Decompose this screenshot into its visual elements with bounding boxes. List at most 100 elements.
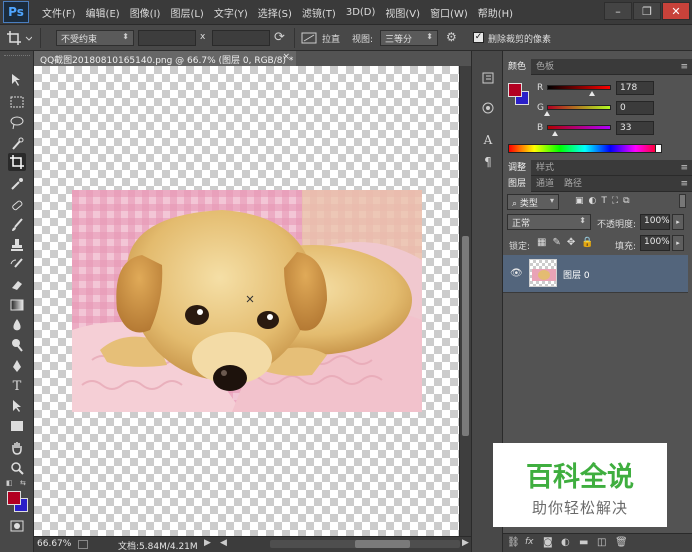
- menu-window[interactable]: 窗口(W): [425, 5, 473, 20]
- horizontal-scroll-thumb[interactable]: [355, 540, 410, 548]
- scroll-left-arrow-icon[interactable]: ◀: [220, 538, 227, 548]
- red-value[interactable]: 178: [616, 81, 654, 95]
- panel-menu-icon[interactable]: ≡: [680, 59, 688, 75]
- new-layer-icon[interactable]: ◫: [597, 537, 606, 548]
- status-doc-icon[interactable]: [78, 540, 88, 549]
- filter-toggle-icon[interactable]: [679, 194, 686, 208]
- spectrum-white-swatch[interactable]: [655, 144, 662, 153]
- layer-filter-icons[interactable]: ▣◐T⛶⧉: [575, 196, 635, 206]
- lasso-tool-icon[interactable]: [8, 114, 26, 132]
- hand-tool-icon[interactable]: [8, 439, 26, 457]
- type-tool-icon[interactable]: T: [8, 377, 26, 395]
- menu-edit[interactable]: 编辑(E): [81, 5, 125, 20]
- menu-filter[interactable]: 滤镜(T): [297, 5, 341, 20]
- fx-icon[interactable]: fx: [525, 537, 534, 547]
- new-group-icon[interactable]: ▬: [579, 537, 588, 548]
- menu-select[interactable]: 选择(S): [253, 5, 297, 20]
- opacity-dropdown-icon[interactable]: ▸: [672, 214, 684, 230]
- toolbox-grip[interactable]: [4, 55, 30, 59]
- layer-name[interactable]: 图层 0: [563, 268, 590, 281]
- straighten-icon[interactable]: [301, 31, 317, 45]
- eyedropper-tool-icon[interactable]: [8, 175, 26, 193]
- properties-panel-icon[interactable]: [479, 99, 497, 117]
- color-spectrum-bar[interactable]: [508, 144, 662, 153]
- ratio-select[interactable]: 不受约束 ⬍: [56, 30, 134, 46]
- move-tool-icon[interactable]: [8, 71, 26, 89]
- menu-help[interactable]: 帮助(H): [473, 5, 518, 20]
- add-mask-icon[interactable]: ◙: [543, 537, 553, 548]
- brush-tool-icon[interactable]: [8, 216, 26, 234]
- tab-paths[interactable]: 路径: [559, 176, 587, 192]
- status-menu-arrow-icon[interactable]: ▶: [204, 538, 211, 548]
- swap-icon[interactable]: ⟳: [274, 30, 290, 46]
- vertical-scrollbar[interactable]: [459, 66, 471, 536]
- tab-layers[interactable]: 图层: [503, 175, 532, 192]
- pen-tool-icon[interactable]: [8, 357, 26, 375]
- fill-input[interactable]: 100%: [640, 235, 670, 251]
- color-panel-foreground-swatch[interactable]: [508, 83, 522, 97]
- blur-tool-icon[interactable]: [8, 316, 26, 334]
- crop-tool-icon[interactable]: [8, 153, 26, 171]
- character-panel-icon[interactable]: A: [479, 131, 497, 149]
- restore-button[interactable]: ❐: [633, 2, 661, 20]
- close-button[interactable]: ✕: [662, 2, 690, 20]
- menu-image[interactable]: 图像(I): [125, 5, 166, 20]
- foreground-color-swatch[interactable]: [7, 491, 21, 505]
- delete-cropped-checkbox[interactable]: ✓: [473, 32, 484, 43]
- green-slider-track[interactable]: [547, 105, 611, 110]
- horizontal-scrollbar[interactable]: [270, 540, 460, 548]
- tab-color[interactable]: 颜色: [503, 58, 532, 75]
- red-slider-handle[interactable]: [588, 91, 595, 96]
- healing-brush-tool-icon[interactable]: [8, 196, 26, 214]
- blue-slider-handle[interactable]: [552, 131, 559, 136]
- crop-tool-preset-picker[interactable]: [6, 29, 33, 47]
- zoom-level[interactable]: 66.67%: [37, 539, 71, 549]
- straighten-label[interactable]: 拉直: [322, 32, 340, 45]
- gradient-tool-icon[interactable]: [8, 296, 26, 314]
- clone-stamp-tool-icon[interactable]: [8, 236, 26, 254]
- menu-layer[interactable]: 图层(L): [165, 5, 208, 20]
- height-input[interactable]: [212, 30, 270, 46]
- menu-type[interactable]: 文字(Y): [209, 5, 253, 20]
- blend-mode-select[interactable]: 正常 ⬍: [507, 214, 591, 230]
- history-brush-tool-icon[interactable]: [8, 256, 26, 274]
- dodge-tool-icon[interactable]: [8, 336, 26, 354]
- lock-icons[interactable]: ▦✎✥🔒: [537, 237, 600, 248]
- close-document-icon[interactable]: ×: [282, 52, 290, 62]
- view-overlay-select[interactable]: 三等分 ⬍: [380, 30, 438, 46]
- tab-channels[interactable]: 通道: [531, 176, 559, 192]
- tab-styles[interactable]: 样式: [531, 160, 559, 176]
- tab-adjustments[interactable]: 调整: [503, 159, 532, 176]
- red-slider-track[interactable]: [547, 85, 611, 90]
- puppy-photo-layer[interactable]: [72, 190, 422, 412]
- paragraph-panel-icon[interactable]: ¶: [479, 153, 497, 171]
- document-info[interactable]: 文档:5.84M/4.21M: [118, 539, 198, 552]
- eraser-tool-icon[interactable]: [8, 276, 26, 294]
- default-colors-icon[interactable]: ◧: [6, 479, 16, 487]
- tab-swatches[interactable]: 色板: [531, 59, 559, 75]
- swap-colors-icon[interactable]: ⇆: [20, 479, 30, 487]
- gear-icon[interactable]: ⚙: [446, 30, 462, 46]
- trash-icon[interactable]: 🗑: [615, 537, 628, 548]
- layer-thumbnail[interactable]: [529, 259, 557, 287]
- zoom-tool-icon[interactable]: [8, 459, 26, 477]
- panel-menu-icon[interactable]: ≡: [680, 176, 688, 192]
- history-panel-icon[interactable]: [479, 69, 497, 87]
- menu-file[interactable]: 文件(F): [37, 5, 81, 20]
- link-layers-icon[interactable]: ⛓: [507, 537, 520, 548]
- quick-selection-tool-icon[interactable]: [8, 135, 26, 153]
- panel-menu-icon[interactable]: ≡: [680, 160, 688, 176]
- blue-slider-track[interactable]: [547, 125, 611, 130]
- layer-row[interactable]: 👁 图层 0: [503, 255, 688, 293]
- layer-filter-kind-select[interactable]: ⌕ 类型 ▾: [507, 194, 559, 210]
- marquee-tool-icon[interactable]: [8, 93, 26, 111]
- green-slider-handle[interactable]: [544, 111, 550, 116]
- adjustment-layer-icon[interactable]: ◐: [561, 537, 570, 548]
- opacity-input[interactable]: 100%: [640, 214, 670, 230]
- rectangle-tool-icon[interactable]: [8, 417, 26, 435]
- green-value[interactable]: 0: [616, 101, 654, 115]
- quick-mask-icon[interactable]: [8, 517, 26, 535]
- width-input[interactable]: [138, 30, 196, 46]
- path-selection-tool-icon[interactable]: [8, 397, 26, 415]
- blue-value[interactable]: 33: [616, 121, 654, 135]
